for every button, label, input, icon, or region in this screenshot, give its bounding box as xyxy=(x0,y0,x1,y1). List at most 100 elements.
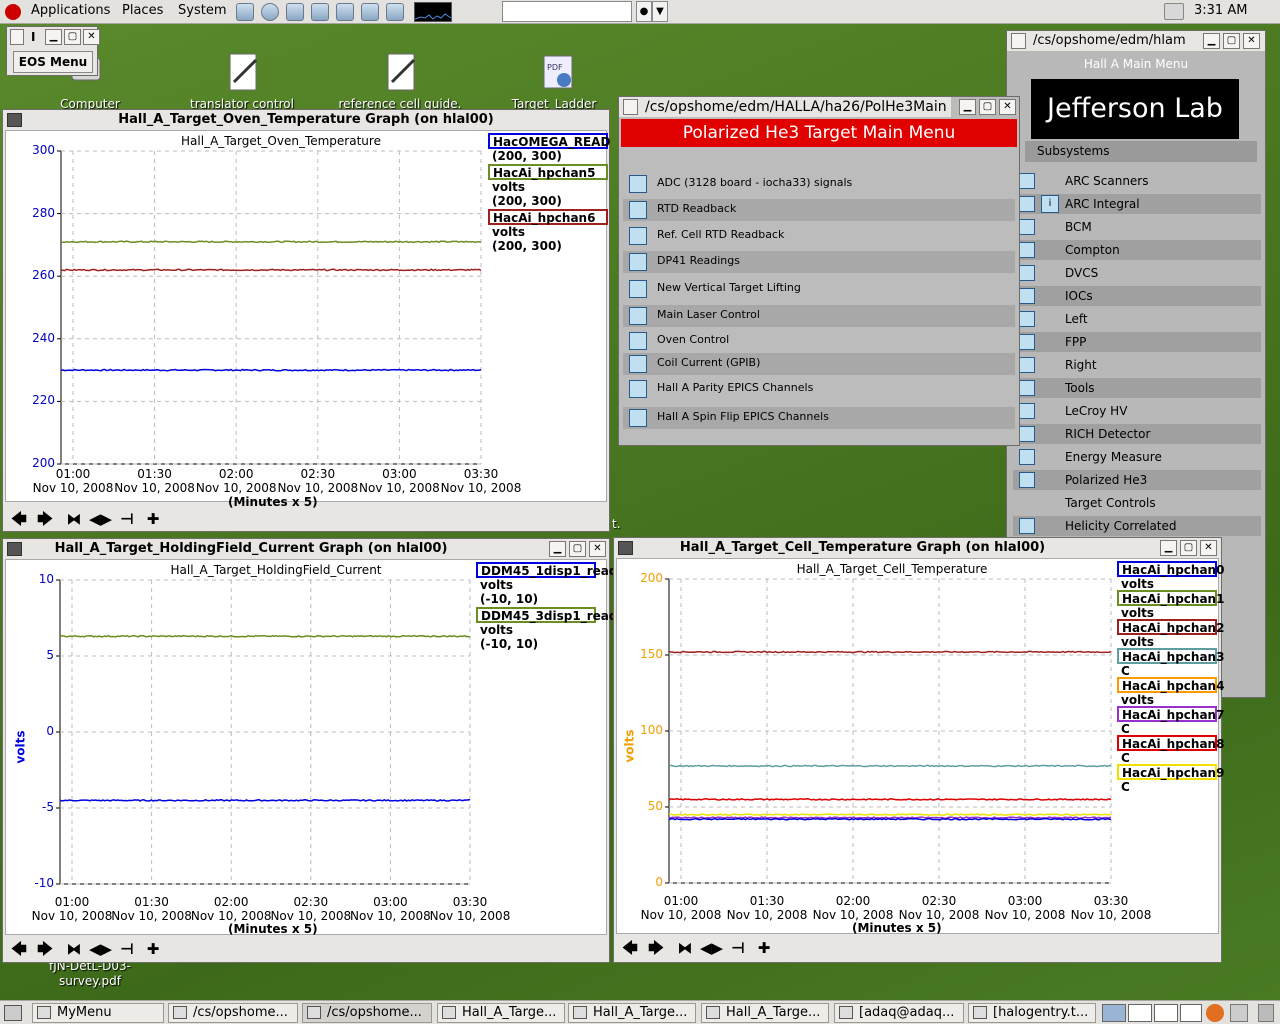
stripchart-icon[interactable] xyxy=(7,542,22,556)
maximize-button[interactable]: ▢ xyxy=(569,541,586,557)
he3-menu-row[interactable]: Oven Control xyxy=(623,330,1015,352)
scroll-right-icon[interactable]: 🡆 xyxy=(35,509,55,529)
zoom-out-icon[interactable]: ◀▶ xyxy=(89,939,112,959)
maximize-button[interactable]: ▢ xyxy=(979,99,996,115)
related-display-icon[interactable] xyxy=(1019,173,1035,189)
related-display-icon[interactable] xyxy=(1019,334,1035,350)
related-display-icon[interactable] xyxy=(629,227,647,245)
minimize-button[interactable]: ▁ xyxy=(1203,33,1220,49)
close-button[interactable]: ✕ xyxy=(1200,540,1217,556)
tool-launcher-icon[interactable] xyxy=(386,3,404,21)
maximize-button[interactable]: ▢ xyxy=(1180,540,1197,556)
jlab-menu-row[interactable]: Left xyxy=(1013,309,1261,329)
zoom-in-icon[interactable]: ⧓ xyxy=(64,939,84,959)
notes-launcher-icon[interactable] xyxy=(336,3,354,21)
jlab-menu-label[interactable]: BCM xyxy=(1065,220,1092,234)
trash-icon[interactable] xyxy=(1258,1004,1274,1022)
related-display-icon[interactable] xyxy=(1019,472,1035,488)
he3-menu-row[interactable]: Hall A Spin Flip EPICS Channels xyxy=(623,407,1015,429)
jlab-menu-row[interactable]: BCM xyxy=(1013,217,1261,237)
maximize-button[interactable]: ▢ xyxy=(64,29,81,45)
editor-launcher-icon[interactable] xyxy=(311,3,329,21)
jlab-menu-row[interactable]: Tools xyxy=(1013,378,1261,398)
he3-menu-row[interactable]: Coil Current (GPIB) xyxy=(623,353,1015,375)
related-display-icon[interactable] xyxy=(1019,426,1035,442)
taskbar-item[interactable]: [halogentry.t... xyxy=(968,1003,1096,1023)
related-display-icon[interactable] xyxy=(629,380,647,398)
he3-menu-label[interactable]: ADC (3128 board - iocha33) signals xyxy=(657,176,852,189)
he3-menu-label[interactable]: Main Laser Control xyxy=(657,308,760,321)
related-display-icon[interactable] xyxy=(1019,403,1035,419)
he3-menu-label[interactable]: New Vertical Target Lifting xyxy=(657,281,801,294)
pdf-icon[interactable]: PDF xyxy=(538,52,574,94)
zoom-out-icon[interactable]: ◀▶ xyxy=(700,938,723,958)
related-display-icon[interactable] xyxy=(1019,242,1035,258)
taskbar-item[interactable]: Hall_A_Targe... xyxy=(437,1003,565,1023)
scroll-left-icon[interactable]: 🡄 xyxy=(9,939,29,959)
related-display-icon[interactable] xyxy=(629,201,647,219)
cell-titlebar[interactable]: Hall_A_Target_Cell_Temperature Graph (on… xyxy=(614,538,1221,558)
add-icon[interactable]: ✚ xyxy=(143,509,163,529)
related-display-icon[interactable] xyxy=(1019,380,1035,396)
related-display-icon[interactable] xyxy=(629,307,647,325)
taskbar-item[interactable]: Hall_A_Targe... xyxy=(701,1003,829,1023)
window-menu-icon[interactable] xyxy=(10,29,24,45)
zoom-out-icon[interactable]: ◀▶ xyxy=(89,509,112,529)
reference-cell-guide-icon[interactable] xyxy=(384,52,420,94)
dot-button[interactable]: ● xyxy=(636,1,652,22)
he3-menu-label[interactable]: Hall A Parity EPICS Channels xyxy=(657,381,813,394)
places-menu[interactable]: Places xyxy=(122,3,163,18)
field-titlebar[interactable]: Hall_A_Target_HoldingField_Current Graph… xyxy=(3,539,609,559)
dropdown-button[interactable]: ▼ xyxy=(652,1,668,22)
he3-menu-label[interactable]: Ref. Cell RTD Readback xyxy=(657,228,784,241)
workspace-switcher[interactable] xyxy=(1102,1004,1202,1022)
pan-end-icon[interactable]: ⊣ xyxy=(117,509,137,529)
jlab-menu-row[interactable]: LeCroy HV xyxy=(1013,401,1261,421)
command-input[interactable] xyxy=(502,1,632,22)
minimize-button[interactable]: ▁ xyxy=(549,541,566,557)
jlab-menu-label[interactable]: Compton xyxy=(1065,243,1120,257)
system-menu[interactable]: System xyxy=(178,3,226,18)
scroll-left-icon[interactable]: 🡄 xyxy=(9,509,29,529)
minimize-button[interactable]: ▁ xyxy=(1160,540,1177,556)
related-display-icon[interactable] xyxy=(629,332,647,350)
window-menu-icon[interactable] xyxy=(1011,33,1026,49)
add-icon[interactable]: ✚ xyxy=(143,939,163,959)
related-display-icon[interactable] xyxy=(629,280,647,298)
he3-menu-label[interactable]: Coil Current (GPIB) xyxy=(657,356,760,369)
he3-menu-row[interactable]: Hall A Parity EPICS Channels xyxy=(623,378,1015,400)
related-display-icon[interactable] xyxy=(1019,265,1035,281)
he3-menu-row[interactable]: ADC (3128 board - iocha33) signals xyxy=(623,173,1015,195)
he3-menu-label[interactable]: Oven Control xyxy=(657,333,729,346)
scroll-right-icon[interactable]: 🡆 xyxy=(646,938,666,958)
file-manager-icon[interactable] xyxy=(286,3,304,21)
scroll-right-icon[interactable]: 🡆 xyxy=(35,939,55,959)
jlab-menu-row[interactable]: RICH Detector xyxy=(1013,424,1261,444)
taskbar-item[interactable]: /cs/opshome... xyxy=(302,1003,432,1023)
pan-end-icon[interactable]: ⊣ xyxy=(728,938,748,958)
oven-titlebar[interactable]: Hall_A_Target_Oven_Temperature Graph (on… xyxy=(3,110,609,130)
workspace-4[interactable] xyxy=(1180,1004,1202,1022)
eos-menu-button[interactable]: EOS Menu xyxy=(13,51,93,73)
he3-menu-row[interactable]: Main Laser Control xyxy=(623,305,1015,327)
jlab-menu-label[interactable]: RICH Detector xyxy=(1065,427,1150,441)
workspace-3[interactable] xyxy=(1154,1004,1178,1022)
jlab-menu-row[interactable]: Target Controls xyxy=(1013,493,1261,513)
terminal-launcher-icon[interactable] xyxy=(236,3,254,21)
zoom-in-icon[interactable]: ⧓ xyxy=(675,938,695,958)
jlab-menu-label[interactable]: ARC Scanners xyxy=(1065,174,1149,188)
related-display-icon[interactable] xyxy=(629,355,647,373)
related-display-icon[interactable] xyxy=(1019,311,1035,327)
he3-menu-row[interactable]: DP41 Readings xyxy=(623,251,1015,273)
applications-menu[interactable]: Applications xyxy=(31,3,110,18)
he3-menu-row[interactable]: RTD Readback xyxy=(623,199,1015,221)
close-button[interactable]: ✕ xyxy=(83,29,100,45)
minimize-button[interactable]: ▁ xyxy=(959,99,976,115)
jlab-menu-label[interactable]: FPP xyxy=(1065,335,1086,349)
related-display-icon[interactable] xyxy=(1019,449,1035,465)
system-monitor-applet[interactable] xyxy=(414,2,452,22)
info-icon[interactable]: i xyxy=(1041,195,1059,213)
minimize-button[interactable]: ▁ xyxy=(45,29,62,45)
he3-menu-row[interactable]: Ref. Cell RTD Readback xyxy=(623,225,1015,247)
scroll-left-icon[interactable]: 🡄 xyxy=(620,938,640,958)
